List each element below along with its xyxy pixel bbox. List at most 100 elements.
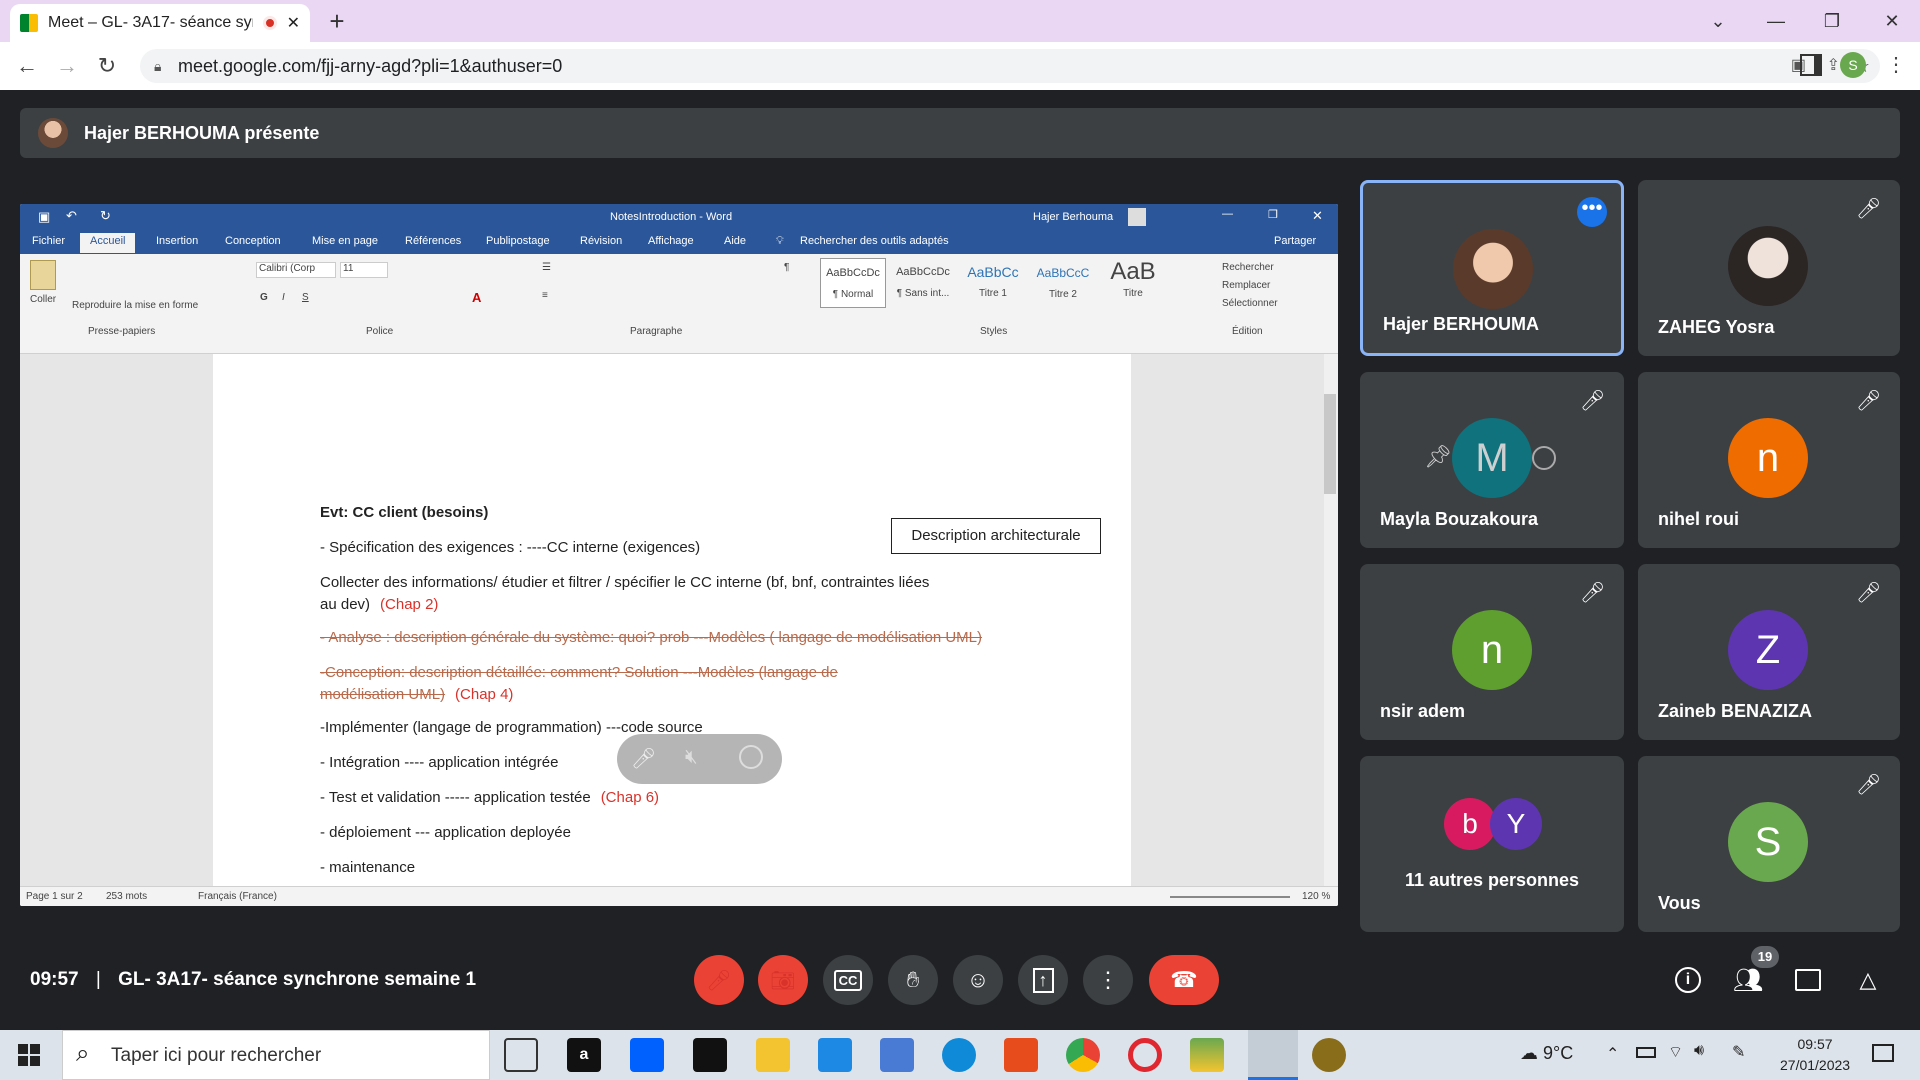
style-heading-1[interactable]: AaBbCc Titre 1	[960, 258, 1026, 299]
share-icon[interactable]: ⇪	[1827, 49, 1840, 83]
activities-button[interactable]: △	[1850, 962, 1886, 998]
align-left-icon[interactable]: ≡	[542, 290, 548, 301]
word-tab-view[interactable]: Affichage	[648, 235, 694, 247]
amazon-icon[interactable]: a	[567, 1038, 601, 1072]
minimize-button[interactable]: —	[1756, 6, 1796, 36]
file-explorer-icon[interactable]	[756, 1038, 790, 1072]
participant-tile-others[interactable]: b Y 11 autres personnes	[1360, 756, 1624, 932]
chrome-icon[interactable]	[1066, 1038, 1100, 1072]
leave-call-button[interactable]: ☎︎	[1149, 955, 1219, 1005]
dropbox-icon[interactable]	[630, 1038, 664, 1072]
browser-tab-meet[interactable]: Meet – GL- 3A17- séance syn ✕	[10, 4, 310, 42]
zoom-slider[interactable]	[1170, 896, 1290, 898]
more-options-icon[interactable]: •••	[1577, 197, 1607, 227]
style-title[interactable]: AaB Titre	[1100, 258, 1166, 299]
replace-button[interactable]: Remplacer	[1222, 280, 1270, 291]
styles-gallery[interactable]: AaBbCcDc ¶ Normal AaBbCcDc ¶ Sans int...…	[820, 258, 1190, 308]
word-restore-icon[interactable]: ❐	[1268, 208, 1278, 221]
taskbar-clock[interactable]: 09:57 27/01/2023	[1780, 1034, 1850, 1076]
chrome-active-icon[interactable]	[1248, 1030, 1298, 1080]
office-icon[interactable]	[1004, 1038, 1038, 1072]
reload-button[interactable]: ↻	[92, 50, 122, 82]
app-icon[interactable]	[693, 1038, 727, 1072]
profile-avatar[interactable]: S	[1840, 52, 1866, 78]
camera-toggle-button[interactable]: 📷︎	[758, 955, 808, 1005]
underline-button[interactable]: S	[302, 292, 309, 303]
word-tab-layout[interactable]: Mise en page	[312, 235, 378, 247]
word-close-icon[interactable]: ✕	[1312, 208, 1323, 224]
word-tab-help[interactable]: Aide	[724, 235, 746, 247]
more-options-button[interactable]: ⋮	[1083, 955, 1133, 1005]
bluestacks-icon[interactable]	[1190, 1038, 1224, 1072]
close-window-button[interactable]: ✕	[1872, 6, 1912, 36]
tab-search-chevron-icon[interactable]: ⌄	[1698, 6, 1738, 36]
forward-button[interactable]: →	[52, 50, 82, 82]
muted-mic-icon[interactable]: 🎤︎	[631, 746, 656, 771]
undo-icon[interactable]: ↶	[66, 208, 77, 224]
word-tab-file[interactable]: Fichier	[32, 235, 65, 247]
participant-tile-mayla[interactable]: M 📌︎ 🎤︎ Mayla Bouzakoura	[1360, 372, 1624, 548]
italic-button[interactable]: I	[282, 292, 285, 303]
mail-icon[interactable]	[818, 1038, 852, 1072]
remove-icon[interactable]	[739, 745, 763, 769]
word-tab-references[interactable]: Références	[405, 235, 461, 247]
url-field[interactable]: 🔒︎ meet.google.com/fjj-arny-agd?pli=1&au…	[140, 49, 1880, 83]
word-tab-review[interactable]: Révision	[580, 235, 622, 247]
pilcrow-icon[interactable]: ¶	[784, 262, 789, 273]
style-no-spacing[interactable]: AaBbCcDc ¶ Sans int...	[890, 258, 956, 299]
redo-icon[interactable]: ↻	[100, 208, 111, 224]
participant-tile-zaheg[interactable]: 🎤︎ ZAHEG Yosra	[1638, 180, 1900, 356]
bold-button[interactable]: G	[260, 292, 268, 303]
opera-icon[interactable]	[1128, 1038, 1162, 1072]
word-tab-insert[interactable]: Insertion	[156, 235, 198, 247]
present-button[interactable]: ↑	[1018, 955, 1068, 1005]
font-size-select[interactable]: 11	[340, 262, 388, 278]
participant-tile-hajer[interactable]: ••• Hajer BERHOUMA	[1360, 180, 1624, 356]
pen-icon[interactable]: ✎	[1732, 1042, 1745, 1062]
font-name-select[interactable]: Calibri (Corp	[256, 262, 336, 278]
chat-button[interactable]	[1790, 962, 1826, 998]
word-tab-home[interactable]: Accueil	[80, 233, 136, 253]
side-panel-icon[interactable]	[1800, 54, 1822, 76]
style-heading-2[interactable]: AaBbCcC Titre 2	[1030, 258, 1096, 300]
select-button[interactable]: Sélectionner	[1222, 298, 1278, 309]
task-view-icon[interactable]	[504, 1038, 538, 1072]
wifi-icon[interactable]: ⌔	[1668, 1042, 1683, 1062]
bullets-icon[interactable]: ☰	[542, 262, 551, 273]
style-normal[interactable]: AaBbCcDc ¶ Normal	[820, 258, 886, 308]
word-tab-mailings[interactable]: Publipostage	[486, 235, 550, 247]
back-button[interactable]: ←	[12, 50, 42, 82]
captions-button[interactable]: CC	[823, 955, 873, 1005]
word-minimize-icon[interactable]: —	[1222, 208, 1233, 220]
share-button[interactable]: Partager	[1274, 235, 1316, 247]
word-tab-design[interactable]: Conception	[225, 235, 281, 247]
document-page[interactable]	[213, 354, 1131, 886]
tell-me-search[interactable]: Rechercher des outils adaptés	[800, 235, 949, 247]
font-color-icon[interactable]: A	[472, 290, 481, 305]
close-tab-button[interactable]: ✕	[287, 13, 300, 33]
reactions-button[interactable]: ☺	[953, 955, 1003, 1005]
participant-tile-self[interactable]: S 🎤︎ Vous	[1638, 756, 1900, 932]
wow-icon[interactable]	[1312, 1038, 1346, 1072]
raise-hand-button[interactable]: ✋︎	[888, 955, 938, 1005]
save-icon[interactable]: ▣	[38, 209, 50, 225]
participant-tile-zaineb[interactable]: Z 🎤︎ Zaineb BENAZIZA	[1638, 564, 1900, 740]
weather-widget[interactable]: ☁ 9°C	[1520, 1043, 1573, 1064]
remove-participant-icon[interactable]	[1532, 446, 1556, 470]
volume-icon[interactable]: 🔊︎	[1694, 1042, 1704, 1060]
find-button[interactable]: Rechercher	[1222, 262, 1274, 273]
new-tab-button[interactable]: +	[322, 6, 352, 36]
participant-tile-nsir[interactable]: n 🎤︎ nsir adem	[1360, 564, 1624, 740]
edge-icon[interactable]	[942, 1038, 976, 1072]
maximize-button[interactable]: ❐	[1812, 6, 1852, 36]
meeting-details-button[interactable]: i	[1670, 962, 1706, 998]
remote-app-icon[interactable]	[880, 1038, 914, 1072]
tray-chevron-icon[interactable]: ⌃	[1606, 1044, 1619, 1064]
pin-icon[interactable]: 📌︎	[1424, 444, 1452, 470]
windows-start-icon[interactable]	[18, 1044, 40, 1066]
paste-button[interactable]	[30, 260, 56, 290]
format-painter-button[interactable]: Reproduire la mise en forme	[72, 300, 198, 311]
browser-menu-icon[interactable]: ⋮	[1886, 52, 1906, 77]
mic-toggle-button[interactable]: 🎤︎	[694, 955, 744, 1005]
vertical-scrollbar[interactable]	[1324, 354, 1338, 886]
